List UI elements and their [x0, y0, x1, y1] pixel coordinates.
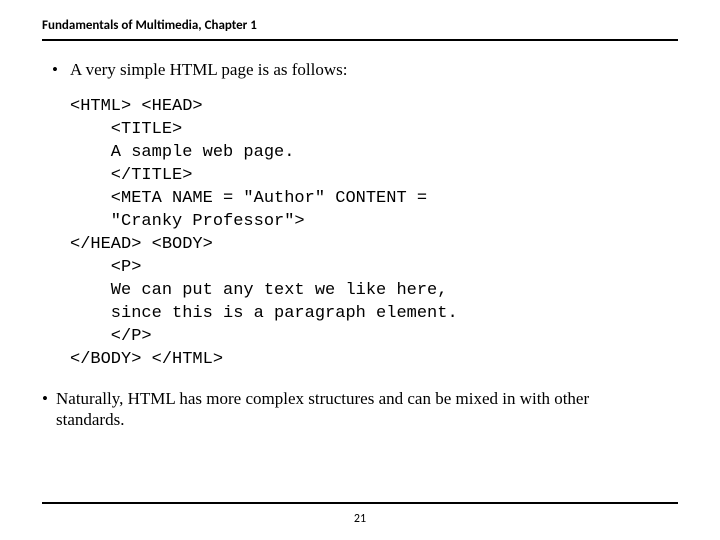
bullet-icon: • — [52, 59, 70, 80]
bullet-icon: • — [42, 388, 56, 409]
bullet-item-1: • A very simple HTML page is as follows: — [52, 59, 678, 80]
bottom-divider — [42, 502, 678, 504]
slide-content: • A very simple HTML page is as follows:… — [42, 59, 678, 430]
page-number: 21 — [0, 512, 720, 526]
code-sample: <HTML> <HEAD> <TITLE> A sample web page.… — [70, 96, 678, 371]
bullet-1-text: A very simple HTML page is as follows: — [70, 59, 347, 80]
top-divider — [42, 39, 678, 41]
page-header-title: Fundamentals of Multimedia, Chapter 1 — [42, 18, 678, 39]
bullet-2-text: Naturally, HTML has more complex structu… — [56, 388, 646, 431]
bullet-item-2: • Naturally, HTML has more complex struc… — [42, 388, 678, 431]
